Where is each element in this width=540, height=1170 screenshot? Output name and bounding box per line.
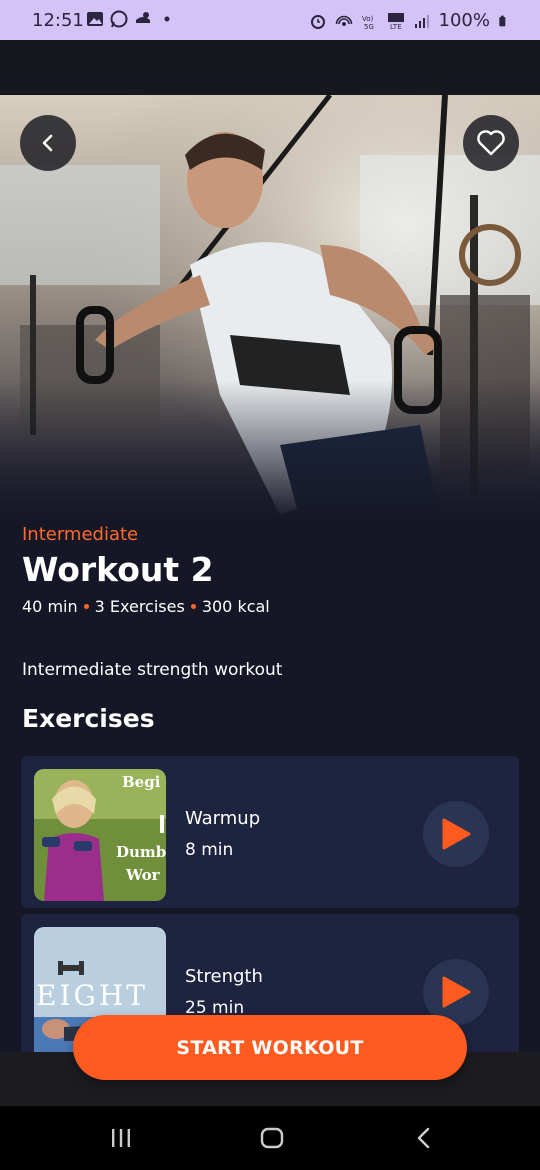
signal-icon <box>414 14 429 28</box>
exercise-card-warmup[interactable]: Begi Dumb Wor Warmup 8 min <box>21 756 519 908</box>
gallery-icon <box>87 12 103 26</box>
whatsapp-icon <box>110 10 128 28</box>
play-icon <box>442 976 471 1008</box>
thumb-text-begi: Begi <box>122 773 161 791</box>
chevron-left-icon <box>42 134 53 152</box>
workout-duration: 40 min <box>22 597 78 616</box>
status-bar: 12:51 Vo) 5G LTE 100% <box>0 0 540 40</box>
workout-meta: 40 min 3 Exercises 300 kcal <box>22 597 270 616</box>
home-icon[interactable] <box>259 1126 285 1150</box>
recent-apps-icon[interactable] <box>110 1126 132 1150</box>
workout-calories: 300 kcal <box>201 597 270 616</box>
5g-icon: LTE <box>387 12 404 30</box>
workout-title: Workout 2 <box>22 550 214 589</box>
hotspot-icon <box>335 15 352 26</box>
exercise-name: Warmup <box>185 808 261 829</box>
status-left-icons <box>86 10 176 28</box>
workout-description: Intermediate strength workout <box>22 660 283 680</box>
exercise-duration: 8 min <box>185 840 234 860</box>
thumb-text-wor: Wor <box>125 866 161 884</box>
exercises-heading: Exercises <box>22 704 155 733</box>
chef-hat-icon <box>136 12 150 23</box>
thumb-text-eight: EIGHT <box>36 979 148 1012</box>
thumb-text-dumb: Dumb <box>116 843 166 861</box>
meta-separator-dot <box>83 604 89 609</box>
workout-exercise-count: 3 Exercises <box>94 597 185 616</box>
workout-level: Intermediate <box>22 524 139 545</box>
warmup-thumbnail-image: Begi Dumb Wor <box>34 769 166 901</box>
exercise-name: Strength <box>185 966 263 987</box>
status-right-icons: Vo) 5G LTE 100% <box>309 10 510 31</box>
app-top-strip <box>0 40 540 95</box>
workout-hero-image <box>0 95 540 520</box>
svg-text:5G: 5G <box>364 23 374 30</box>
play-icon <box>442 818 471 850</box>
back-button[interactable] <box>20 115 76 171</box>
favorite-button[interactable] <box>463 115 519 171</box>
hero-gradient-overlay <box>0 380 540 520</box>
status-time: 12:51 <box>32 10 84 31</box>
exercise-thumbnail: Begi Dumb Wor <box>34 769 166 901</box>
svg-text:LTE: LTE <box>390 23 402 30</box>
meta-separator-dot <box>190 604 196 609</box>
volte-icon: Vo)5G <box>362 15 374 30</box>
start-workout-button[interactable]: START WORKOUT <box>73 1015 467 1080</box>
system-back-icon[interactable] <box>414 1126 434 1150</box>
heart-icon <box>477 130 505 156</box>
workout-details: Intermediate Workout 2 40 min 3 Exercise… <box>0 520 540 1052</box>
system-navigation-bar <box>0 1106 540 1170</box>
battery-percent: 100% <box>438 10 490 31</box>
battery-icon <box>499 15 506 26</box>
play-exercise-button[interactable] <box>423 801 489 867</box>
svg-text:Vo): Vo) <box>362 15 374 23</box>
dot-icon <box>164 16 170 22</box>
alarm-icon <box>310 14 325 29</box>
